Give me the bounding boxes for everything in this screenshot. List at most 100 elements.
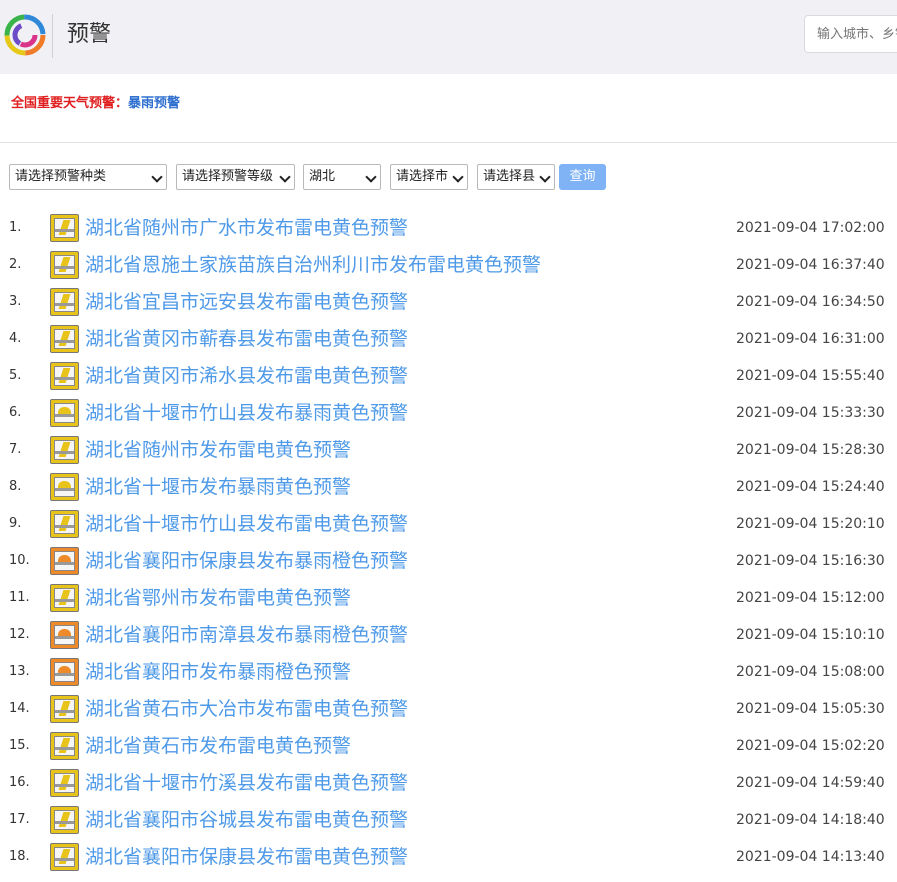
list-item-number: 15.	[9, 738, 30, 753]
rainstorm-alert-link[interactable]: 暴雨预警	[128, 96, 180, 111]
list-item: 13. 湖北省襄阳市发布暴雨橙色预警 2021-09-04 15:08:00	[0, 655, 897, 689]
list-item-number: 9.	[9, 516, 22, 531]
list-item-number: 16.	[9, 775, 30, 790]
thunder-yellow-icon	[50, 732, 79, 760]
thunder-yellow-icon	[50, 251, 79, 279]
province-select[interactable]: 湖北	[303, 164, 381, 190]
warning-timestamp: 2021-09-04 15:16:30	[736, 553, 885, 569]
list-item-number: 17.	[9, 812, 30, 827]
thunder-yellow-icon	[50, 806, 79, 834]
section-divider	[0, 142, 897, 143]
query-button[interactable]: 查询	[559, 164, 606, 190]
chevron-down-icon	[539, 171, 551, 183]
county-value: 请选择县	[483, 169, 536, 184]
list-item: 12. 湖北省襄阳市南漳县发布暴雨橙色预警 2021-09-04 15:10:10	[0, 618, 897, 652]
warning-timestamp: 2021-09-04 16:37:40	[736, 257, 885, 273]
list-item: 8. 湖北省十堰市发布暴雨黄色预警 2021-09-04 15:24:40	[0, 470, 897, 504]
warning-title-link[interactable]: 湖北省随州市广水市发布雷电黄色预警	[85, 216, 408, 240]
list-item: 2. 湖北省恩施土家族苗族自治州利川市发布雷电黄色预警 2021-09-04 16:…	[0, 248, 897, 282]
logo-separator	[52, 14, 53, 58]
national-alert-label: 全国重要天气预警：	[11, 96, 129, 111]
rainstorm-orange-icon	[50, 547, 79, 575]
warning-type-select[interactable]: 请选择预警种类	[9, 164, 167, 190]
list-item-number: 8.	[9, 479, 22, 494]
chevron-down-icon	[452, 171, 464, 183]
warning-level-value: 请选择预警等级	[182, 169, 274, 184]
county-select[interactable]: 请选择县	[477, 164, 555, 190]
province-value: 湖北	[309, 169, 336, 184]
site-logo[interactable]	[4, 14, 46, 56]
list-item-number: 5.	[9, 368, 22, 383]
warning-timestamp: 2021-09-04 14:59:40	[736, 775, 885, 791]
warning-timestamp: 2021-09-04 16:31:00	[736, 331, 885, 347]
warning-timestamp: 2021-09-04 16:34:50	[736, 294, 885, 310]
warning-timestamp: 2021-09-04 15:10:10	[736, 627, 885, 643]
list-item: 16. 湖北省十堰市竹溪县发布雷电黄色预警 2021-09-04 14:59:40	[0, 766, 897, 800]
rainstorm-yellow-icon	[50, 399, 79, 427]
warning-timestamp: 2021-09-04 15:05:30	[736, 701, 885, 717]
warning-type-value: 请选择预警种类	[15, 169, 107, 184]
list-item: 11. 湖北省鄂州市发布雷电黄色预警 2021-09-04 15:12:00	[0, 581, 897, 615]
warning-title-link[interactable]: 湖北省黄冈市蕲春县发布雷电黄色预警	[85, 327, 408, 351]
warning-timestamp: 2021-09-04 17:02:00	[736, 220, 885, 236]
warning-title-link[interactable]: 湖北省恩施土家族苗族自治州利川市发布雷电黄色预警	[85, 253, 541, 277]
warning-title-link[interactable]: 湖北省随州市发布雷电黄色预警	[85, 438, 351, 462]
thunder-yellow-icon	[50, 214, 79, 242]
warning-timestamp: 2021-09-04 15:20:10	[736, 516, 885, 532]
warning-title-link[interactable]: 湖北省襄阳市保康县发布雷电黄色预警	[85, 845, 408, 869]
warning-title-link[interactable]: 湖北省襄阳市发布暴雨橙色预警	[85, 660, 351, 684]
thunder-yellow-icon	[50, 843, 79, 871]
city-select[interactable]: 请选择市	[390, 164, 468, 190]
city-search-input[interactable]	[804, 15, 897, 53]
list-item-number: 1.	[9, 220, 22, 235]
list-item: 17. 湖北省襄阳市谷城县发布雷电黄色预警 2021-09-04 14:18:40	[0, 803, 897, 837]
warning-timestamp: 2021-09-04 15:28:30	[736, 442, 885, 458]
warning-title-link[interactable]: 湖北省鄂州市发布雷电黄色预警	[85, 586, 351, 610]
chevron-down-icon	[151, 171, 163, 183]
warning-title-link[interactable]: 湖北省十堰市竹山县发布暴雨黄色预警	[85, 401, 408, 425]
list-item: 15. 湖北省黄石市发布雷电黄色预警 2021-09-04 15:02:20	[0, 729, 897, 763]
warning-title-link[interactable]: 湖北省十堰市竹溪县发布雷电黄色预警	[85, 771, 408, 795]
list-item-number: 7.	[9, 442, 22, 457]
city-value: 请选择市	[396, 169, 449, 184]
thunder-yellow-icon	[50, 695, 79, 723]
warning-title-link[interactable]: 湖北省襄阳市南漳县发布暴雨橙色预警	[85, 623, 408, 647]
list-item: 6. 湖北省十堰市竹山县发布暴雨黄色预警 2021-09-04 15:33:30	[0, 396, 897, 430]
warning-timestamp: 2021-09-04 14:18:40	[736, 812, 885, 828]
list-item-number: 12.	[9, 627, 30, 642]
warning-timestamp: 2021-09-04 15:12:00	[736, 590, 885, 606]
warning-title-link[interactable]: 湖北省黄石市发布雷电黄色预警	[85, 734, 351, 758]
warning-level-select[interactable]: 请选择预警等级	[176, 164, 295, 190]
list-item: 18. 湖北省襄阳市保康县发布雷电黄色预警 2021-09-04 14:13:40	[0, 840, 897, 874]
thunder-yellow-icon	[50, 436, 79, 464]
warning-title-link[interactable]: 湖北省十堰市发布暴雨黄色预警	[85, 475, 351, 499]
warning-timestamp: 2021-09-04 15:33:30	[736, 405, 885, 421]
chevron-down-icon	[279, 171, 291, 183]
national-alert-bar: 全国重要天气预警：暴雨预警	[11, 94, 180, 114]
warning-timestamp: 2021-09-04 15:02:20	[736, 738, 885, 754]
warning-title-link[interactable]: 湖北省襄阳市保康县发布暴雨橙色预警	[85, 549, 408, 573]
page-title: 预警	[67, 22, 112, 47]
warning-timestamp: 2021-09-04 15:08:00	[736, 664, 885, 680]
warning-timestamp: 2021-09-04 14:13:40	[736, 849, 885, 865]
list-item-number: 6.	[9, 405, 22, 420]
list-item: 9. 湖北省十堰市竹山县发布雷电黄色预警 2021-09-04 15:20:10	[0, 507, 897, 541]
list-item: 1. 湖北省随州市广水市发布雷电黄色预警 2021-09-04 17:02:00	[0, 211, 897, 245]
rainstorm-yellow-icon	[50, 473, 79, 501]
list-item-number: 11.	[9, 590, 30, 605]
thunder-yellow-icon	[50, 325, 79, 353]
warning-title-link[interactable]: 湖北省黄冈市浠水县发布雷电黄色预警	[85, 364, 408, 388]
warning-title-link[interactable]: 湖北省黄石市大冶市发布雷电黄色预警	[85, 697, 408, 721]
list-item-number: 10.	[9, 553, 30, 568]
list-item: 7. 湖北省随州市发布雷电黄色预警 2021-09-04 15:28:30	[0, 433, 897, 467]
warning-timestamp: 2021-09-04 15:55:40	[736, 368, 885, 384]
thunder-yellow-icon	[50, 584, 79, 612]
warning-title-link[interactable]: 湖北省宜昌市远安县发布雷电黄色预警	[85, 290, 408, 314]
warning-title-link[interactable]: 湖北省襄阳市谷城县发布雷电黄色预警	[85, 808, 408, 832]
list-item: 3. 湖北省宜昌市远安县发布雷电黄色预警 2021-09-04 16:34:50	[0, 285, 897, 319]
thunder-yellow-icon	[50, 769, 79, 797]
list-item-number: 14.	[9, 701, 30, 716]
warning-title-link[interactable]: 湖北省十堰市竹山县发布雷电黄色预警	[85, 512, 408, 536]
thunder-yellow-icon	[50, 362, 79, 390]
list-item-number: 2.	[9, 257, 22, 272]
